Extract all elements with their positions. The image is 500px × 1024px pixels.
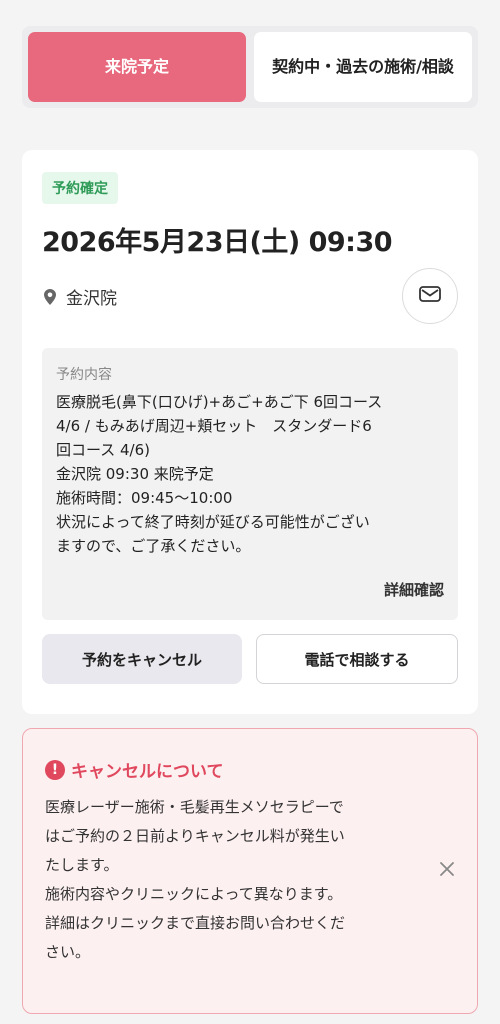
- notice-line: はご予約の２日前よりキャンセル料が発生い: [45, 827, 345, 845]
- notice-line: さい。: [45, 943, 91, 961]
- reservation-details: 予約内容 医療脱毛(鼻下(口ひげ)+あご+あご下 6回コース 4/6 / もみあ…: [42, 348, 458, 620]
- mail-icon: [419, 286, 441, 306]
- tab-bar: 来院予定 契約中・過去の施術/相談: [22, 26, 478, 108]
- cancel-reservation-button[interactable]: 予約をキャンセル: [42, 634, 242, 684]
- notice-body: 医療レーザー施術・毛髪再生メソセラピーで はご予約の２日前よりキャンセル料が発生…: [45, 793, 425, 967]
- phone-consult-button[interactable]: 電話で相談する: [256, 634, 458, 684]
- notice-title: ! キャンセルについて: [45, 757, 224, 782]
- notice-line: 詳細はクリニックまで直接お問い合わせくだ: [45, 914, 346, 932]
- notice-title-text: キャンセルについて: [71, 762, 224, 782]
- tab-contracts-history[interactable]: 契約中・過去の施術/相談: [254, 32, 472, 102]
- clinic-location: 金沢院: [42, 284, 117, 309]
- details-line: 回コース 4/6): [56, 441, 151, 459]
- mail-button[interactable]: [402, 268, 458, 324]
- details-link[interactable]: 詳細確認: [384, 579, 444, 600]
- details-line: 状況によって終了時刻が延びる可能性がござい: [56, 513, 370, 531]
- reservation-card: 予約確定 2026年5月23日(土) 09:30 金沢院 予約内容 医療脱毛(鼻…: [22, 150, 478, 714]
- details-line: 金沢院 09:30 来院予定: [56, 465, 214, 483]
- alert-icon: !: [45, 759, 65, 780]
- reservation-datetime: 2026年5月23日(土) 09:30: [42, 227, 393, 258]
- details-label: 予約内容: [56, 367, 112, 383]
- status-badge: 予約確定: [42, 172, 118, 204]
- details-line: 4/6 / もみあげ周辺+頬セット スタンダード6: [56, 417, 372, 435]
- close-icon[interactable]: [435, 857, 459, 881]
- notice-line: 施術内容やクリニックによって異なります。: [45, 885, 343, 903]
- details-line: 施術時間：09:45〜10:00: [56, 489, 233, 507]
- reservation-page: 来院予定 契約中・過去の施術/相談 予約確定 2026年5月23日(土) 09:…: [0, 0, 500, 1024]
- details-line: 医療脱毛(鼻下(口ひげ)+あご+あご下 6回コース: [56, 393, 383, 411]
- action-buttons: 予約をキャンセル 電話で相談する: [42, 634, 458, 684]
- cancel-notice: ! キャンセルについて 医療レーザー施術・毛髪再生メソセラピーで はご予約の２日…: [22, 728, 478, 1014]
- notice-line: 医療レーザー施術・毛髪再生メソセラピーで: [45, 798, 344, 816]
- tab-upcoming[interactable]: 来院予定: [28, 32, 246, 102]
- map-pin-icon: [42, 288, 58, 306]
- notice-line: たします。: [45, 856, 119, 874]
- clinic-name: 金沢院: [66, 289, 117, 309]
- details-line: ますので、ご了承ください。: [56, 537, 251, 555]
